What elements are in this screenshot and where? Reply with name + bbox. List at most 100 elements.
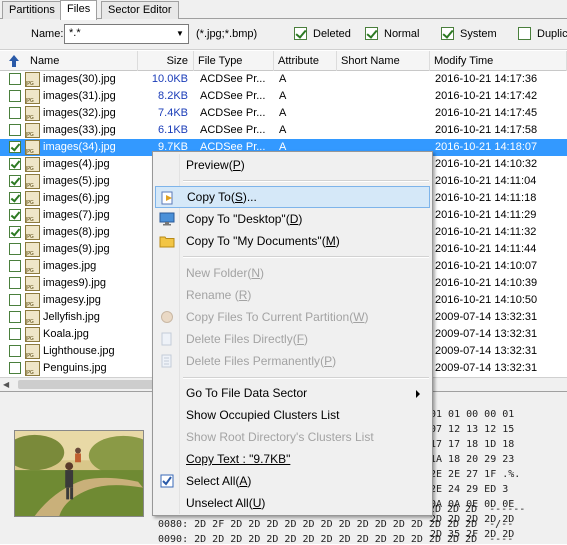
menu-item-label: Copy To "My Documents" [186, 234, 322, 248]
column-header-file-type[interactable]: File Type [194, 51, 274, 71]
menu-item-preview[interactable]: Preview(P) [155, 154, 430, 176]
tab-files[interactable]: Files [60, 0, 98, 20]
photo-thumbnail [14, 430, 144, 517]
file-row[interactable]: images(31).jpg 8.2KB ACDSee Pr... A 2016-10-… [0, 88, 567, 110]
file-modify-time: 2016-10-21 14:18:07 [435, 141, 538, 153]
row-checkbox[interactable] [9, 175, 21, 187]
file-modify-time: 2016-10-21 14:11:32 [435, 226, 537, 238]
row-checkbox[interactable] [9, 243, 21, 255]
row-checkbox[interactable] [9, 362, 21, 374]
chevron-down-icon[interactable]: ▼ [173, 26, 187, 42]
row-checkbox[interactable] [9, 345, 21, 357]
file-size: 8.2KB [158, 90, 188, 102]
tab-sector-editor[interactable]: Sector Editor [101, 1, 179, 19]
file-modify-time: 2016-10-21 14:17:45 [435, 107, 538, 119]
row-checkbox[interactable] [9, 192, 21, 204]
file-row[interactable]: images(32).jpg 7.4KB ACDSee Pr... A 2016-10-… [0, 105, 567, 127]
copy-to-icon [161, 191, 173, 205]
menu-item-show-occupied-clusters[interactable]: Show Occupied Clusters List [155, 404, 430, 426]
row-checkbox[interactable] [9, 328, 21, 340]
checkbox-box[interactable] [365, 27, 378, 40]
column-header-modify-time[interactable]: Modify Time [430, 51, 567, 71]
file-name: images(8).jpg [43, 226, 110, 238]
row-checkbox[interactable] [9, 141, 21, 153]
jpg-file-icon [25, 242, 40, 263]
checkbox-box[interactable] [518, 27, 531, 40]
menu-item-copy-text[interactable]: Copy Text : "9.7KB" [155, 448, 430, 470]
checkbox-label: System [460, 28, 497, 40]
menu-item-label: New Folder [186, 266, 248, 280]
jpg-file-icon [25, 208, 40, 229]
column-header-attribute[interactable]: Attribute [274, 51, 337, 71]
file-name: images.jpg [43, 260, 97, 272]
menu-separator [183, 256, 429, 258]
file-name: images(34).jpg [43, 141, 116, 153]
file-modify-time: 2016-10-21 14:11:29 [435, 209, 537, 221]
hex-line: 01 01 00 00 01 [430, 409, 515, 420]
file-name: Lighthouse.jpg [43, 345, 115, 357]
jpg-file-icon [25, 157, 40, 178]
file-name: images(30).jpg [43, 73, 116, 85]
row-checkbox[interactable] [9, 107, 21, 119]
file-type: ACDSee Pr... [200, 73, 266, 85]
row-checkbox[interactable] [9, 90, 21, 102]
menu-item-label: Unselect All [186, 496, 249, 510]
menu-item-go-to-data-sector[interactable]: Go To File Data Sector [155, 382, 430, 404]
file-type: ACDSee Pr... [200, 90, 266, 102]
file-name: images(9).jpg [43, 243, 110, 255]
hex-line: 2E 2E 27 1F .%. [430, 469, 521, 480]
shred-file-icon [161, 354, 172, 368]
menu-item-copy-to-my-documents[interactable]: Copy To "My Documents"(M) [155, 230, 430, 252]
file-size: 10.0KB [151, 73, 188, 85]
file-name: images(5).jpg [43, 175, 110, 187]
file-type: ACDSee Pr... [200, 107, 266, 119]
column-header-short-name[interactable]: Short Name [337, 51, 430, 71]
file-row[interactable]: images(30).jpg 10.0KB ACDSee Pr... A 2016-10… [0, 71, 567, 93]
menu-item-label: Show Root Directory's Clusters List [186, 430, 374, 444]
row-checkbox[interactable] [9, 260, 21, 272]
row-checkbox[interactable] [9, 226, 21, 238]
name-filter-input[interactable]: *.* [64, 24, 189, 44]
row-checkbox[interactable] [9, 311, 21, 323]
menu-separator [183, 180, 429, 182]
menu-item-label: Select All [186, 474, 236, 488]
menu-item-label: Rename [186, 288, 235, 302]
row-checkbox[interactable] [9, 277, 21, 289]
row-checkbox[interactable] [9, 73, 21, 85]
row-checkbox[interactable] [9, 124, 21, 136]
checkbox-box[interactable] [294, 27, 307, 40]
jpg-file-icon [25, 89, 40, 110]
menu-item-copy-to-desktop[interactable]: Copy To "Desktop"(D) [155, 208, 430, 230]
file-modify-time: 2016-10-21 14:11:04 [435, 175, 537, 187]
menu-item-delete-permanently: Delete Files Permanently(P) [155, 350, 430, 372]
tab-bar: Partitions Files Sector Editor [0, 0, 567, 20]
column-header-size[interactable]: Size [138, 51, 194, 71]
menu-item-unselect-all[interactable]: Unselect All(U) [155, 492, 430, 514]
file-modify-time: 2009-07-14 13:32:31 [435, 311, 538, 323]
jpg-file-icon [25, 191, 40, 212]
file-list-header: Name Size File Type Attribute Short Name… [0, 51, 567, 71]
menu-item-copy-to-partition: Copy Files To Current Partition(W) [155, 306, 430, 328]
file-modify-time: 2016-10-21 14:11:18 [435, 192, 537, 204]
file-name: Koala.jpg [43, 328, 89, 340]
file-name: images9).jpg [43, 277, 106, 289]
sort-up-icon[interactable] [8, 54, 20, 68]
scroll-left-icon[interactable]: ◀ [3, 380, 9, 389]
jpg-file-icon [25, 310, 40, 331]
file-size: 7.4KB [158, 107, 188, 119]
file-name: Jellyfish.jpg [43, 311, 100, 323]
menu-item-select-all[interactable]: Select All(A) [155, 470, 430, 492]
file-modify-time: 2016-10-21 14:11:44 [435, 243, 537, 255]
row-checkbox[interactable] [9, 209, 21, 221]
file-modify-time: 2016-10-21 14:10:39 [435, 277, 538, 289]
row-checkbox[interactable] [9, 294, 21, 306]
file-modify-time: 2016-10-21 14:17:58 [435, 124, 538, 136]
row-checkbox[interactable] [9, 158, 21, 170]
file-attribute: A [279, 107, 287, 119]
file-row[interactable]: images(33).jpg 6.1KB ACDSee Pr... A 2016-10-… [0, 122, 567, 144]
tab-partitions[interactable]: Partitions [2, 1, 62, 19]
column-header-name[interactable]: Name [26, 51, 138, 71]
menu-item-copy-to[interactable]: Copy To(S)... [155, 186, 430, 208]
checkbox-box[interactable] [441, 27, 454, 40]
menu-item-label: Copy Files To Current Partition [186, 310, 350, 324]
